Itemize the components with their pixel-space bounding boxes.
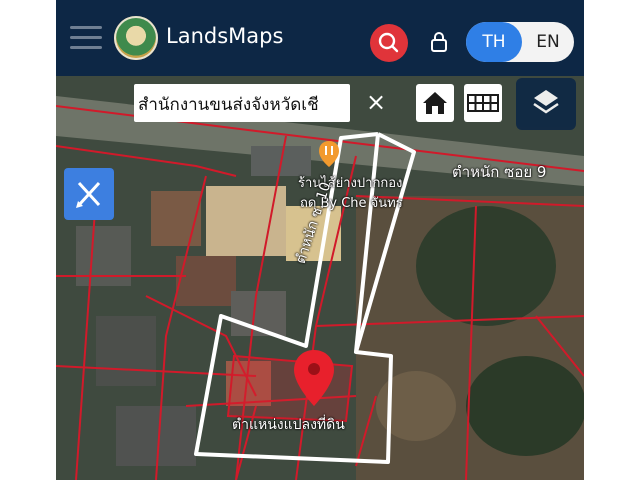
search-value: สำนักงานขนส่งจังหวัดเชี — [138, 95, 319, 115]
street-label-top: ตำหนัก ซอย 9 — [452, 163, 547, 181]
parcel-label-bottom: ตำแหน่งแปลงที่ดิน — [232, 417, 345, 433]
draw-icon — [76, 181, 101, 208]
place-search-input[interactable]: สำนักงานขนส่งจังหวัดเชี — [134, 84, 350, 122]
menu-icon[interactable] — [70, 26, 102, 50]
lang-th-button[interactable]: TH — [466, 22, 522, 62]
app-title: LandsMaps — [166, 24, 284, 48]
poi-marker-icon[interactable] — [318, 140, 340, 168]
clear-search-button[interactable]: × — [358, 84, 394, 122]
search-icon — [378, 32, 399, 53]
lock-icon[interactable] — [430, 32, 448, 52]
grid-icon — [467, 94, 499, 112]
layers-icon — [533, 90, 559, 114]
language-toggle[interactable]: TH EN — [466, 22, 574, 62]
logo — [114, 16, 158, 60]
home-icon — [423, 92, 447, 114]
grid-button[interactable] — [464, 84, 502, 122]
lang-en-button[interactable]: EN — [522, 22, 574, 62]
draw-tool-button[interactable] — [64, 168, 114, 220]
app-window: ตำหนัก ซอย 9 ร้านไส้ย่างปากกอง ถด By Che… — [56, 0, 584, 480]
search-button[interactable] — [370, 24, 408, 62]
top-bar: LandsMaps TH EN — [56, 0, 584, 76]
layers-button[interactable] — [516, 78, 576, 130]
home-button[interactable] — [416, 84, 454, 122]
